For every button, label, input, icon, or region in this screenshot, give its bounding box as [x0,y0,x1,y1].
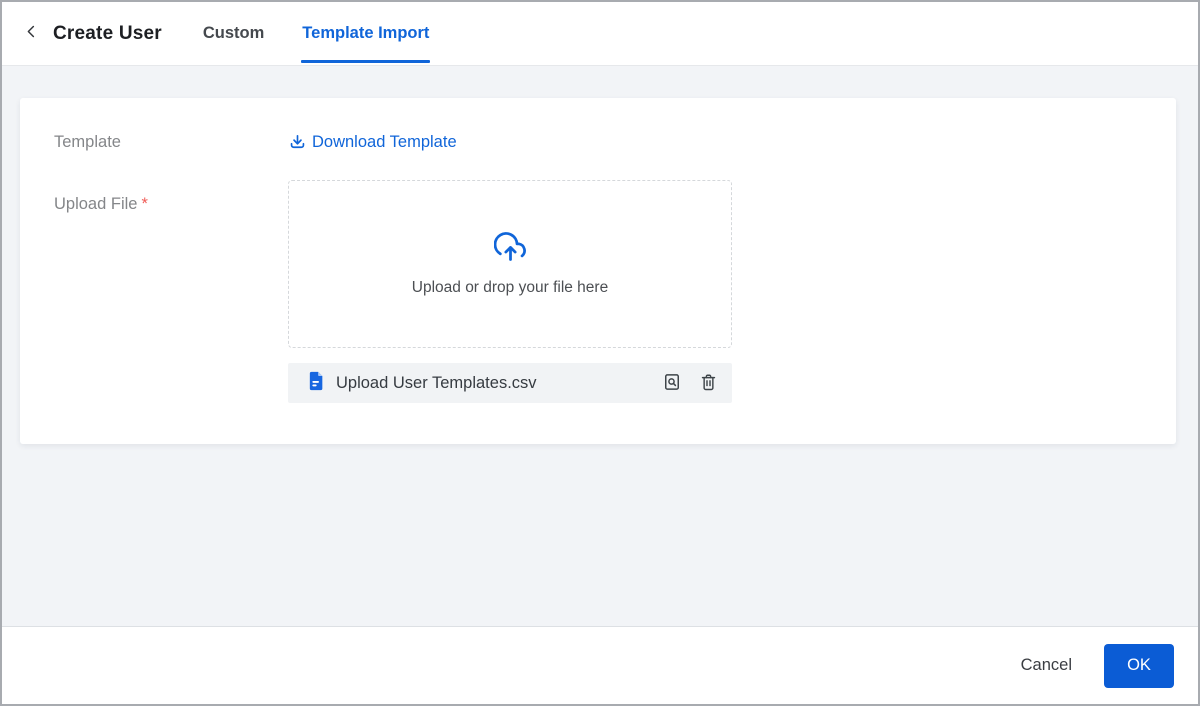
tab-template-import[interactable]: Template Import [301,2,431,65]
create-user-dialog: Create User Custom Template Import Templ… [0,0,1200,706]
upload-file-row: Upload File * Upload or drop your file he… [20,180,1176,403]
preview-file-button[interactable] [662,372,682,395]
uploaded-file-name: Upload User Templates.csv [336,373,537,392]
template-row: Template Download Template [20,128,1176,156]
dropzone-hint-text: Upload or drop your file here [411,278,609,296]
required-asterisk: * [141,195,148,213]
tab-bar: Custom Template Import [202,2,431,65]
dialog-body: Template Download Template Upload File* [2,66,1198,626]
uploaded-file-item: Upload User Templates.csv [288,363,732,403]
download-icon [288,133,307,152]
tab-custom[interactable]: Custom [202,2,265,65]
upload-control: Upload or drop your file here Upload Use… [288,180,732,403]
page-title: Create User [53,22,162,44]
upload-file-label: Upload File * [54,195,148,213]
dialog-footer: Cancel OK [2,626,1198,704]
delete-file-button[interactable] [699,372,718,395]
dialog-header: Create User Custom Template Import [2,2,1198,66]
cloud-upload-icon [493,231,527,270]
trash-icon [699,372,718,395]
file-actions [662,372,718,395]
cancel-button[interactable]: Cancel [1019,648,1074,683]
ok-button[interactable]: OK [1104,643,1174,688]
back-button[interactable] [24,2,53,65]
chevron-left-icon [24,24,39,44]
download-template-link[interactable]: Download Template [288,133,457,152]
template-label: Template [54,133,121,151]
download-link-label: Download Template [312,132,457,151]
file-search-icon [662,372,682,395]
csv-document-icon [308,371,325,396]
form-card: Template Download Template Upload File* [20,98,1176,444]
file-dropzone[interactable]: Upload or drop your file here [288,180,732,348]
